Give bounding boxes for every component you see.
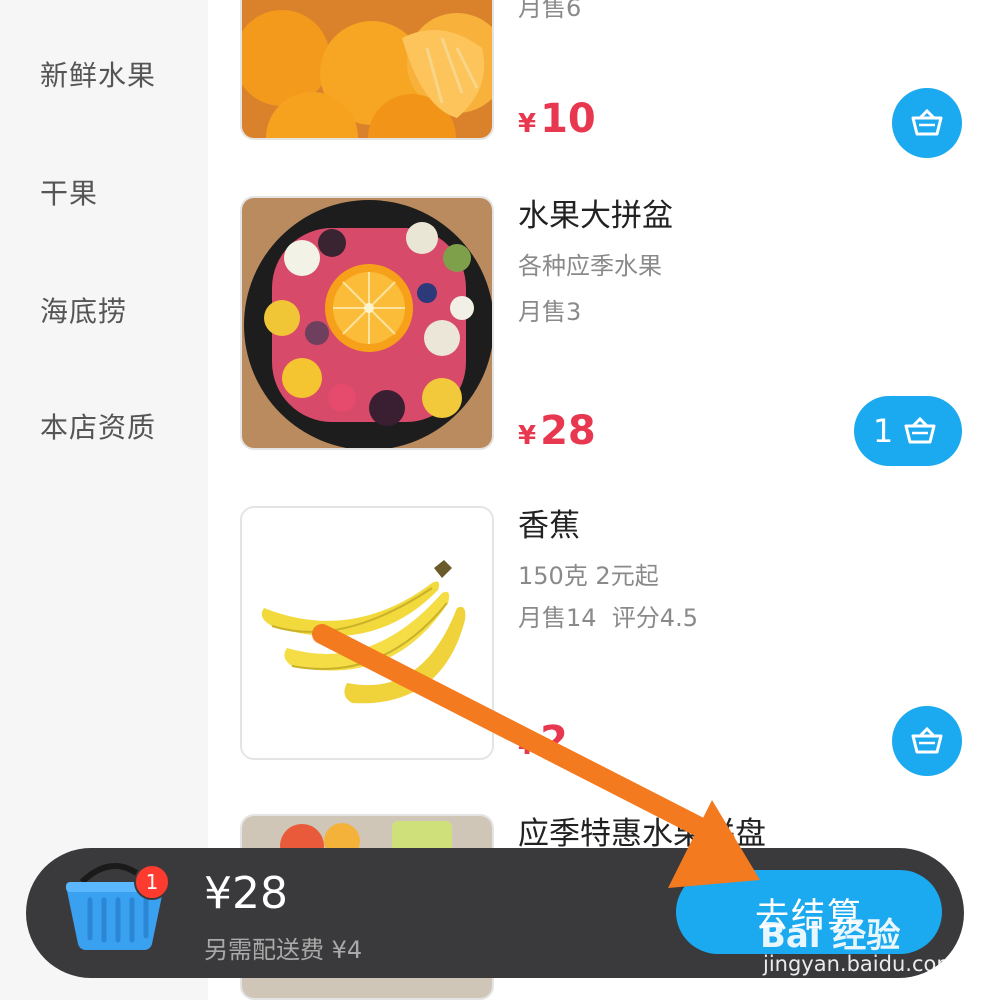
product-sales-rating: 月售14 评分4.5 [518, 604, 698, 632]
basket-icon [911, 727, 943, 754]
product-name: 香蕉 [518, 508, 580, 544]
list-item: 月售6 ¥10 [208, 0, 1000, 170]
product-sales: 月售3 [518, 298, 582, 326]
product-image-fruit-platter[interactable] [240, 196, 494, 450]
cart-total: ¥28 [204, 868, 288, 919]
sidebar-item-fresh-fruit[interactable]: 新鲜水果 [40, 54, 156, 94]
product-price: ¥10 [518, 96, 596, 142]
add-to-cart-button[interactable] [892, 706, 962, 776]
watermark-url: jingyan.baidu.com [763, 952, 957, 976]
sidebar-item-store-qualification[interactable]: 本店资质 [40, 406, 156, 446]
product-price: ¥2 [518, 718, 568, 764]
product-sales: 月售6 [518, 0, 582, 22]
product-image-banana[interactable] [240, 506, 494, 760]
add-to-cart-button[interactable] [892, 88, 962, 158]
list-item: 香蕉 150克 2元起 月售14 评分4.5 ¥2 [208, 506, 1000, 776]
sidebar-item-dried-fruit[interactable]: 干果 [40, 172, 98, 212]
delivery-fee-note: 另需配送费 ¥4 [204, 936, 363, 964]
product-description: 150克 2元起 [518, 562, 659, 590]
cart-count-badge: 1 [134, 864, 170, 900]
basket-icon [911, 109, 943, 136]
basket-icon [904, 417, 936, 444]
baidu-jingyan-watermark: Bai 经验 [760, 916, 901, 956]
product-name: 水果大拼盆 [518, 198, 673, 234]
cart-quantity-button[interactable]: 1 [854, 396, 962, 466]
sidebar-item-haidilao[interactable]: 海底捞 [40, 290, 127, 330]
product-description: 各种应季水果 [518, 252, 662, 280]
product-name: 应季特惠水果拼盘 [518, 816, 766, 852]
cart-quantity: 1 [872, 412, 894, 450]
product-price: ¥28 [518, 408, 596, 454]
list-item: 水果大拼盆 各种应季水果 月售3 ¥28 1 [208, 196, 1000, 466]
product-image-oranges[interactable] [240, 0, 494, 140]
